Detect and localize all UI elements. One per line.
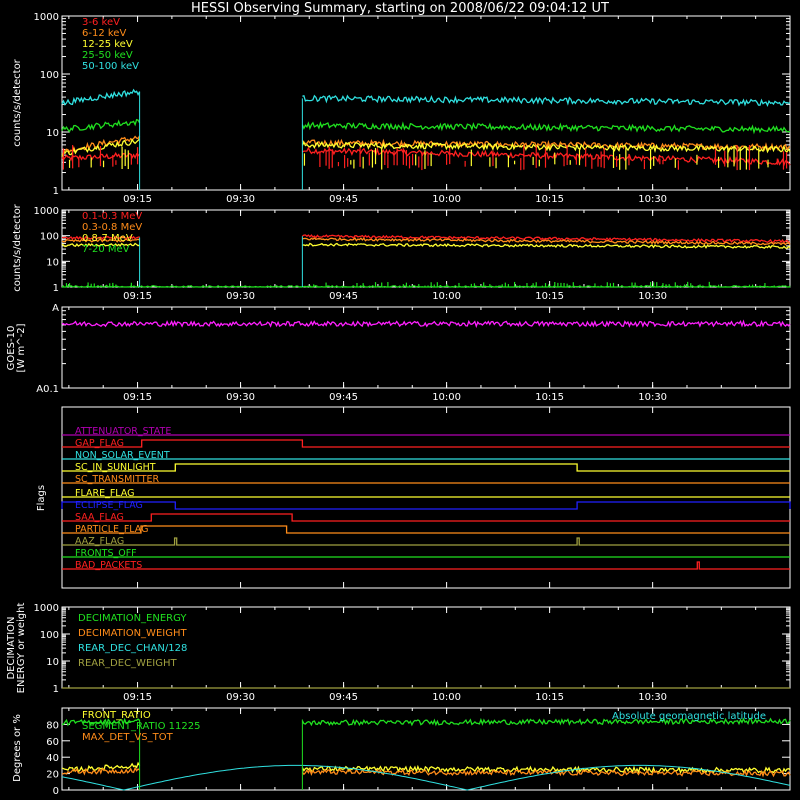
y-tick-label: 0	[53, 786, 59, 797]
y-tick-label: 40	[46, 753, 59, 764]
legend-entry: FRONT_RATIO	[82, 710, 151, 721]
series-line-25-50-kev	[61, 118, 141, 133]
legend-entry: REAR_DEC_CHAN/128	[78, 643, 187, 654]
legend-entry: 0.3-0.8 MeV	[82, 222, 142, 233]
y-axis-label: counts/s/detector	[12, 203, 23, 291]
series-line-25-50-kev	[301, 121, 791, 135]
time-tick-label: 10:30	[638, 692, 667, 703]
series-line-50-100-kev	[302, 94, 791, 107]
y-tick-label: 100	[40, 630, 59, 641]
flags-y-label: Flags	[36, 485, 47, 511]
time-tick-label: 10:30	[638, 291, 667, 302]
legend-entry: 7-20 MeV	[82, 244, 130, 255]
legend-entry: 0.1-0.3 MeV	[82, 211, 142, 222]
y-tick-label: A0.1	[36, 384, 59, 395]
time-tick-label: 09:45	[329, 692, 358, 703]
geomagnetic-latitude-label: Absolute geomagnetic latitude	[612, 711, 766, 722]
y-tick-label: 10	[46, 257, 59, 268]
series-line-50-100-kev	[61, 88, 141, 106]
series-line-7-20-mev	[61, 284, 791, 288]
goes-frame	[61, 306, 791, 389]
y-tick-label: 1000	[34, 206, 59, 217]
time-tick-label: 10:15	[535, 194, 564, 205]
legend-entry: REAR_DEC_WEIGHT	[78, 658, 177, 669]
time-tick-label: 10:15	[535, 291, 564, 302]
time-tick-label: 10:00	[432, 692, 461, 703]
energy-low-frame	[61, 15, 791, 191]
y-tick-label: 20	[46, 770, 59, 781]
time-tick-label: 09:45	[329, 392, 358, 403]
time-tick-label: 10:15	[535, 692, 564, 703]
legend-entry: 25-50 keV	[82, 50, 133, 61]
legend-entry: 3-6 keV	[82, 17, 120, 28]
legend-entry: DECIMATION_WEIGHT	[78, 628, 187, 639]
flag-line-saa-flag	[62, 513, 790, 522]
y-tick-label: 10	[46, 128, 59, 139]
flag-line-eclipse-flag	[61, 501, 791, 510]
y-tick-label: 100	[40, 70, 59, 81]
y-tick-label: 100	[40, 232, 59, 243]
series-line-max-det-vs-tot	[301, 768, 791, 778]
y-tick-label: 1000	[34, 12, 59, 23]
time-tick-label: 09:30	[226, 291, 255, 302]
time-tick-label: 09:45	[329, 194, 358, 205]
y-axis-label: counts/s/detector	[12, 58, 23, 146]
legend-entry: 6-12 keV	[82, 28, 126, 39]
time-tick-label: 09:30	[226, 194, 255, 205]
legend-entry: 12-25 keV	[82, 39, 133, 50]
y-tick-label: 10	[46, 657, 59, 668]
legend-entry: MAX_DET_VS_TOT	[82, 732, 174, 743]
legend-entry: 50-100 keV	[82, 61, 139, 72]
time-tick-label: 10:00	[432, 392, 461, 403]
y-tick-label: 1	[53, 684, 59, 695]
y-axis-label: ENERGY or weight	[16, 603, 27, 694]
time-tick-label: 09:15	[123, 194, 152, 205]
y-tick-label: 60	[46, 737, 59, 748]
y-tick-label: 1	[53, 186, 59, 197]
legend-entry: DECIMATION_ENERGY	[78, 613, 187, 624]
y-tick-label: 80	[46, 720, 59, 731]
flag-line-sc-in-sunlight	[62, 463, 790, 472]
summary-plot: 09:15 09:30 09:45 10:00 10:15 10:301101001000…	[6, 12, 791, 797]
time-tick-label: 10:30	[638, 392, 667, 403]
flag-line-gap-flag	[62, 439, 790, 448]
legend-entry: SEGMENT_RATIO 11225	[82, 721, 200, 732]
time-tick-label: 09:15	[123, 692, 152, 703]
flag-line-bad-packets	[62, 561, 790, 570]
time-tick-label: 10:15	[535, 392, 564, 403]
legend-entry: 0.8-7 MeV	[82, 233, 133, 244]
series-line-goes	[61, 319, 791, 329]
geomagnetic-latitude-line	[61, 764, 791, 791]
time-tick-label: 09:15	[123, 392, 152, 403]
time-tick-label: 09:15	[123, 291, 152, 302]
y-axis-label: [W m^-2]	[16, 323, 27, 372]
series-line-0-8-7-mev	[302, 242, 791, 249]
time-tick-label: 10:30	[638, 194, 667, 205]
energy-high-frame	[61, 209, 791, 288]
y-tick-label: 1	[53, 283, 59, 294]
y-tick-label: 1000	[34, 603, 59, 614]
time-tick-label: 09:30	[226, 692, 255, 703]
y-axis-label: Degrees or %	[12, 714, 23, 782]
flag-line-aaz-flag	[62, 537, 790, 546]
flag-line-particle-flag	[62, 525, 790, 534]
time-tick-label: 09:45	[329, 291, 358, 302]
time-tick-label: 09:30	[226, 392, 255, 403]
time-tick-label: 10:00	[432, 194, 461, 205]
time-tick-label: 10:00	[432, 291, 461, 302]
y-tick-label: A	[52, 303, 59, 314]
